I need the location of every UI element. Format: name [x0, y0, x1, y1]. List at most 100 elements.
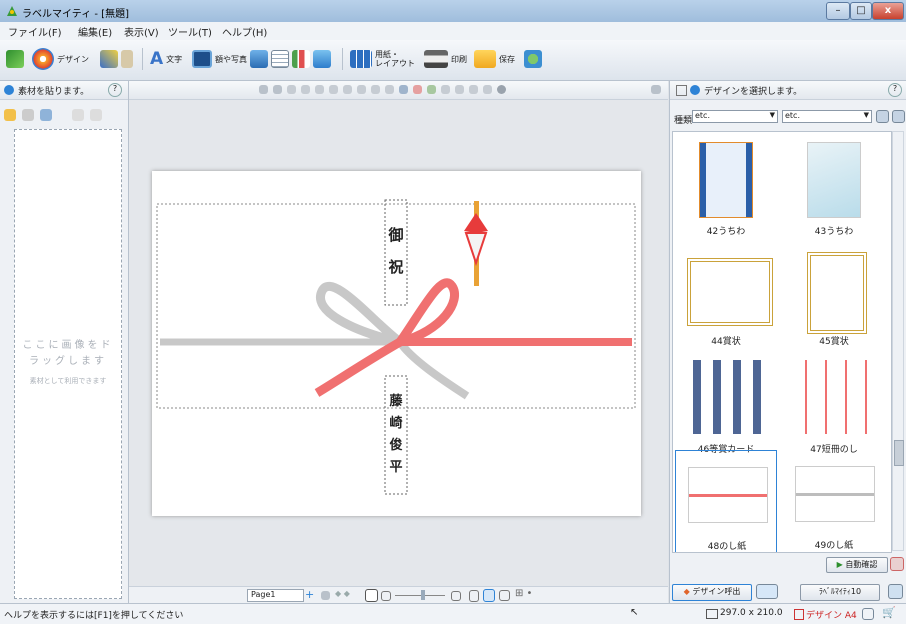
design-page[interactable]: 御 祝 藤 崎 俊 平 — [152, 171, 641, 516]
menu-file[interactable]: ファイル(F) — [8, 24, 62, 39]
design-thumb[interactable]: 49のし紙 — [783, 450, 885, 552]
export-icon[interactable] — [756, 584, 778, 599]
save-button[interactable]: 保存 — [474, 46, 515, 72]
zoom-slider[interactable] — [395, 595, 445, 596]
copy-icon[interactable] — [301, 85, 310, 94]
subcategory-value: etc. — [785, 111, 800, 120]
version-selector[interactable]: ﾗﾍﾞﾙﾏｲﾃｨ10 — [800, 584, 880, 601]
rotate-icon[interactable] — [455, 85, 464, 94]
package-icon[interactable] — [888, 584, 903, 599]
menu-edit[interactable]: 編集(E) — [78, 24, 112, 39]
undo-icon[interactable] — [259, 85, 268, 94]
image-tools-button[interactable] — [250, 46, 331, 72]
minimize-button[interactable]: – — [826, 2, 850, 20]
design-thumb[interactable]: 46等賞カード — [675, 354, 777, 464]
zoom-out-icon[interactable] — [381, 591, 391, 601]
subcategory-select[interactable]: etc. ▼ — [782, 110, 872, 123]
toolbar-separator — [342, 48, 343, 70]
page-list-icon[interactable] — [321, 591, 330, 600]
name-char-2: 崎 — [389, 416, 403, 431]
grid-toggle-icon[interactable]: ⊞ • — [515, 588, 532, 599]
brush-tool-button[interactable] — [100, 46, 133, 72]
print-button[interactable]: 印刷 — [424, 46, 467, 72]
design-thumb[interactable]: 47短冊のし — [783, 354, 885, 464]
front-icon[interactable] — [371, 85, 380, 94]
design-tool-button[interactable]: デザイン — [32, 46, 89, 72]
ungroup-icon[interactable] — [357, 85, 366, 94]
design-gallery: 42うちわ 43うちわ 44賞状 45賞状 46等賞カード 47短冊のし 48の… — [672, 131, 892, 553]
design-panel-toggle-icon[interactable] — [676, 85, 687, 96]
help-icon[interactable]: ? — [108, 83, 122, 97]
red-tail — [314, 338, 403, 397]
design-paper-icon — [794, 609, 804, 620]
page-selector[interactable]: Page1 — [247, 589, 304, 602]
search-icon[interactable] — [876, 110, 889, 123]
view-page-icon[interactable] — [483, 589, 495, 602]
menu-view[interactable]: 表示(V) — [124, 24, 159, 39]
cart-icon[interactable]: 🛒 — [882, 606, 896, 619]
font-icon[interactable] — [399, 85, 408, 94]
auto-confirm-button[interactable]: ▶ 自動確認 — [826, 557, 888, 573]
design-call-button[interactable]: ◆ デザイン呼出 — [672, 584, 752, 601]
gray-tail — [396, 339, 470, 400]
design-thumb-selected[interactable]: 48のし紙 — [675, 450, 777, 552]
cursor-icon: ↖ — [630, 607, 639, 618]
add-page-icon[interactable]: + — [305, 588, 314, 601]
chevron-down-icon: ▼ — [863, 111, 869, 119]
design-thumb[interactable]: 43うちわ — [783, 136, 885, 246]
thumb-image — [795, 360, 873, 434]
thumb-label: 44賞状 — [711, 337, 741, 347]
fill-icon[interactable] — [427, 85, 436, 94]
copy-window-icon[interactable] — [862, 608, 874, 620]
zoom-in-icon[interactable] — [451, 591, 461, 601]
cut-icon[interactable] — [287, 85, 296, 94]
frame-photo-button[interactable]: 額や写真 — [192, 46, 247, 72]
view-single-icon[interactable] — [469, 590, 479, 602]
effect-icon[interactable] — [483, 85, 492, 94]
text-tool-button[interactable]: A 文字 — [150, 46, 182, 72]
menu-help[interactable]: ヘルプ(H) — [222, 24, 267, 39]
paste-icon[interactable] — [315, 85, 324, 94]
redo-icon[interactable] — [273, 85, 282, 94]
panel-toggle-icon[interactable] — [651, 85, 661, 94]
zoom-slider-thumb[interactable] — [421, 590, 425, 600]
maximize-button[interactable]: □ — [850, 2, 872, 20]
close-button[interactable]: x — [872, 2, 904, 20]
update-button[interactable] — [524, 46, 542, 72]
material-panel-header: 素材を貼ります。 ? — [0, 81, 128, 100]
pen-tool-button[interactable] — [6, 46, 24, 72]
scrollbar-thumb[interactable] — [894, 440, 904, 466]
align-icon[interactable] — [441, 85, 450, 94]
color-icon[interactable] — [413, 85, 422, 94]
prev-page-icon[interactable]: ◆ ◆ — [335, 589, 350, 598]
view-grid-icon[interactable] — [499, 590, 510, 601]
group-icon[interactable] — [343, 85, 352, 94]
eraser-icon — [121, 50, 133, 68]
menu-tools[interactable]: ツール(T) — [168, 24, 212, 39]
back-icon[interactable] — [385, 85, 394, 94]
help-icon[interactable]: ? — [888, 83, 902, 97]
fit-page-icon[interactable] — [365, 589, 378, 602]
clipart-icon — [313, 50, 331, 68]
open-folder-icon[interactable] — [4, 109, 16, 121]
gallery-scrollbar[interactable] — [892, 131, 904, 551]
image-drop-area[interactable]: ここに画像をドラッグします 素材として利用できます — [14, 129, 122, 599]
image-icon[interactable] — [40, 109, 52, 121]
design-thumb[interactable]: 44賞状 — [675, 246, 777, 356]
delete-object-icon[interactable] — [329, 85, 338, 94]
print-preview-icon[interactable] — [890, 557, 904, 571]
design-thumb[interactable]: 45賞状 — [783, 246, 885, 356]
thumb-image — [807, 252, 867, 334]
category-value: etc. — [695, 111, 710, 120]
delete-icon[interactable] — [22, 109, 34, 121]
shadow-icon[interactable] — [497, 85, 506, 94]
paper-layout-button[interactable]: 用紙・ レイアウト — [350, 46, 415, 72]
category-select[interactable]: etc. ▼ — [692, 110, 778, 123]
red-loop-right — [396, 278, 459, 347]
arrow-left-icon[interactable] — [72, 109, 84, 121]
arrow-right-icon[interactable] — [90, 109, 102, 121]
text-label: 文字 — [166, 54, 183, 64]
refresh-icon[interactable] — [892, 110, 905, 123]
design-thumb[interactable]: 42うちわ — [675, 136, 777, 246]
flip-icon[interactable] — [469, 85, 478, 94]
